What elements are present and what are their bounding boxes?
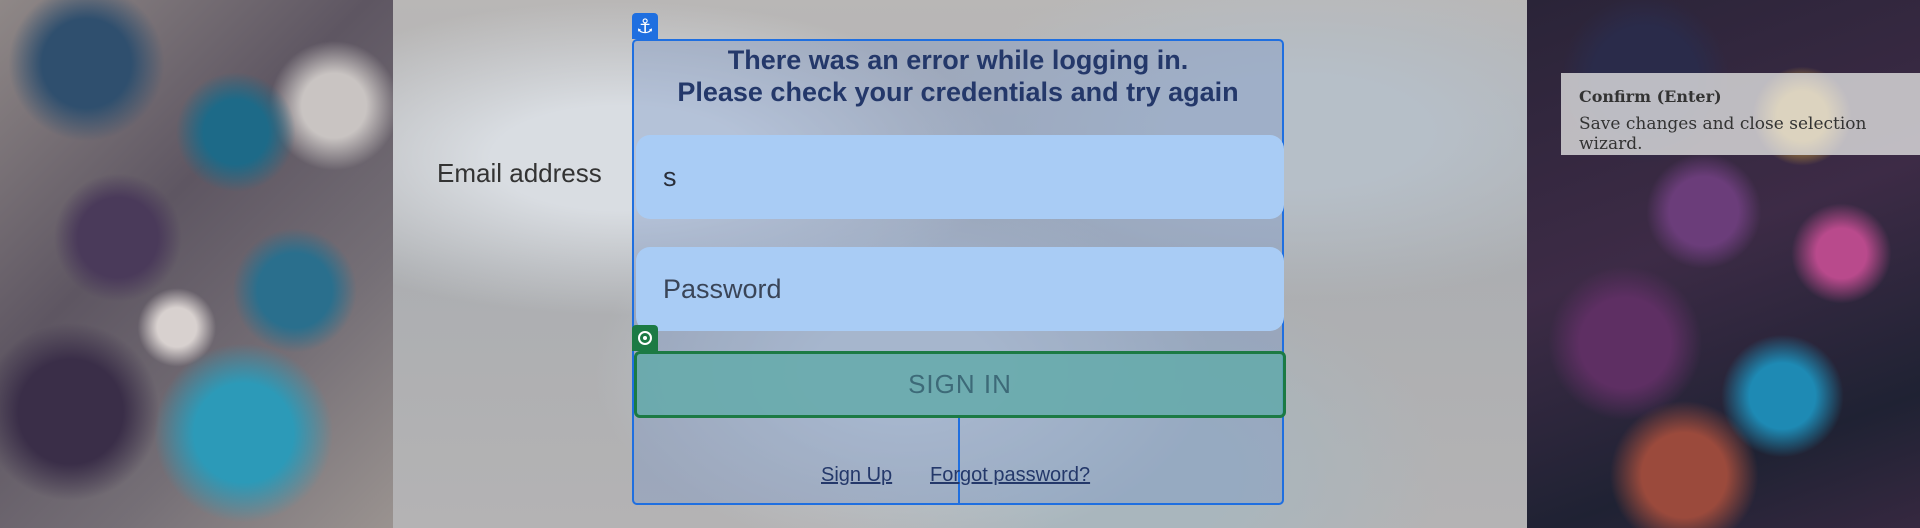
- error-message-line-1: There was an error while logging in.: [727, 45, 1189, 75]
- anchor-icon[interactable]: ⚓: [632, 13, 658, 39]
- sign-in-button[interactable]: SIGN IN: [634, 351, 1286, 418]
- email-label: Email address: [437, 158, 602, 188]
- password-field[interactable]: Password: [636, 247, 1284, 331]
- selection-divider: [958, 418, 960, 505]
- email-field[interactable]: s: [636, 135, 1284, 219]
- tooltip-body: Save changes and close selection wizard.: [1579, 114, 1867, 154]
- confirm-tooltip: Confirm (Enter) Save changes and close s…: [1561, 73, 1920, 155]
- error-message-line-2: Please check your credentials and try ag…: [677, 77, 1239, 107]
- sign-up-link[interactable]: Sign Up: [821, 464, 892, 487]
- forgot-password-link[interactable]: Forgot password?: [930, 464, 1090, 487]
- tooltip-title: Confirm (Enter): [1579, 87, 1722, 106]
- background-crystal-left: [0, 0, 393, 528]
- target-icon[interactable]: [632, 325, 658, 351]
- error-message: There was an error while logging in. Ple…: [632, 44, 1284, 108]
